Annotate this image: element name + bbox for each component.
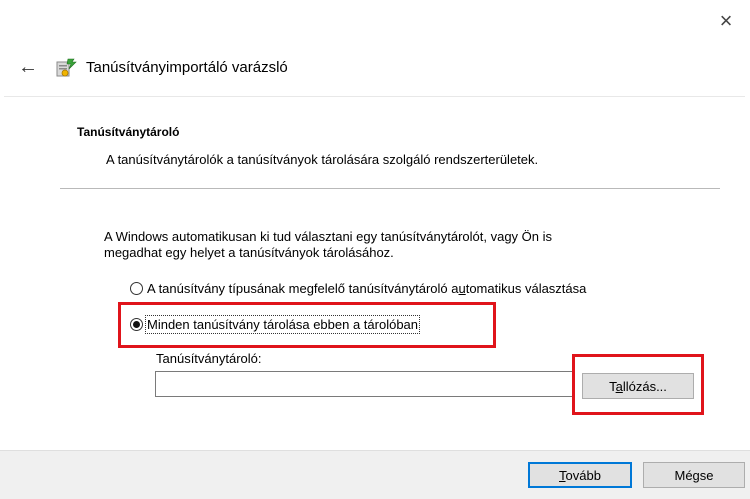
radio-auto-select[interactable]: A tanúsítvány típusának megfelelő tanúsí…	[130, 281, 586, 296]
close-button[interactable]: ×	[708, 6, 744, 36]
radio-button-auto[interactable]	[130, 282, 143, 295]
info-line-1: A Windows automatikusan ki tud választan…	[104, 229, 553, 244]
wizard-content: Tanúsítványtároló A tanúsítványtárolók a…	[4, 96, 745, 449]
info-text: A Windows automatikusan ki tud választan…	[104, 229, 664, 261]
cancel-button[interactable]: Mégse	[643, 462, 745, 488]
back-arrow-icon[interactable]: ←	[18, 56, 38, 79]
certificate-wizard-icon	[54, 55, 78, 79]
wizard-header: ← Tanúsítványimportáló varázsló	[0, 44, 740, 90]
divider	[60, 188, 720, 189]
section-heading: Tanúsítványtároló	[77, 125, 180, 139]
wizard-footer: Tovább Mégse	[0, 450, 750, 499]
section-description: A tanúsítványtárolók a tanúsítványok tár…	[106, 152, 539, 167]
wizard-title: Tanúsítványimportáló varázsló	[86, 58, 288, 76]
back-button[interactable]: ←	[10, 52, 46, 82]
info-line-2: megadhat egy helyet a tanúsítványok táro…	[104, 245, 394, 260]
store-label: Tanúsítványtároló:	[156, 351, 262, 366]
next-button[interactable]: Tovább	[528, 462, 632, 488]
radio-auto-label: A tanúsítvány típusának megfelelő tanúsí…	[147, 281, 587, 296]
next-button-label: Tovább	[559, 467, 601, 483]
close-icon[interactable]: ×	[720, 8, 733, 34]
cancel-button-label: Mégse	[674, 467, 714, 483]
highlight-box-radio	[118, 302, 496, 348]
wizard-window: × ← Tanúsítványimportáló varázsló Tanúsí…	[0, 0, 750, 499]
store-input[interactable]	[155, 371, 575, 397]
highlight-box-browse	[572, 354, 704, 415]
